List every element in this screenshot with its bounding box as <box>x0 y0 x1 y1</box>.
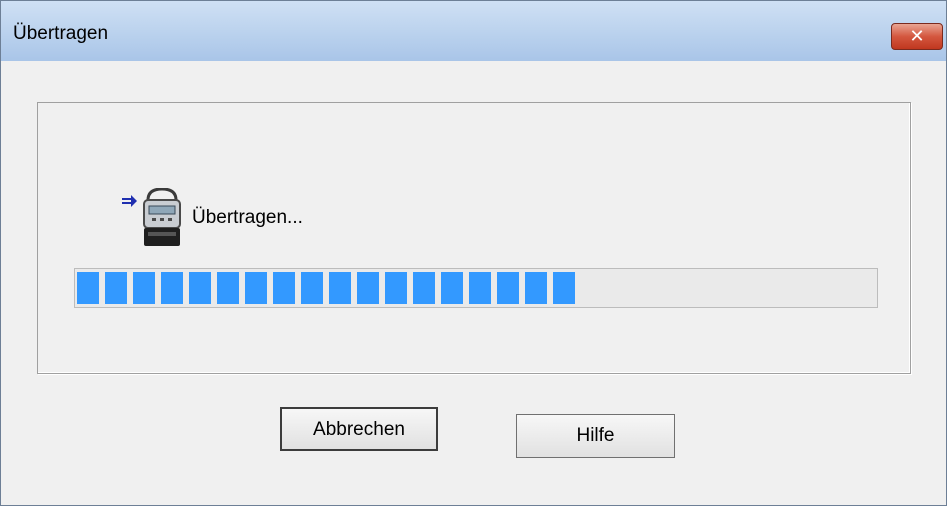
transfer-dialog: Übertragen ✕ Übertragen... Abbrechen Hil… <box>0 0 947 506</box>
progress-bar <box>74 268 878 308</box>
dialog-body: Übertragen... Abbrechen Hilfe <box>1 61 946 505</box>
status-text: Übertragen... <box>192 207 303 228</box>
status-group-box: Übertragen... <box>37 102 911 374</box>
window-title: Übertragen <box>13 23 109 44</box>
close-icon: ✕ <box>909 26 925 47</box>
progress-fill <box>77 272 580 304</box>
close-button[interactable]: ✕ <box>891 23 943 50</box>
help-button[interactable]: Hilfe <box>516 414 675 458</box>
transfer-device-icon <box>122 188 181 246</box>
title-bar[interactable]: Übertragen ✕ <box>1 1 946 61</box>
cancel-button[interactable]: Abbrechen <box>280 407 438 451</box>
